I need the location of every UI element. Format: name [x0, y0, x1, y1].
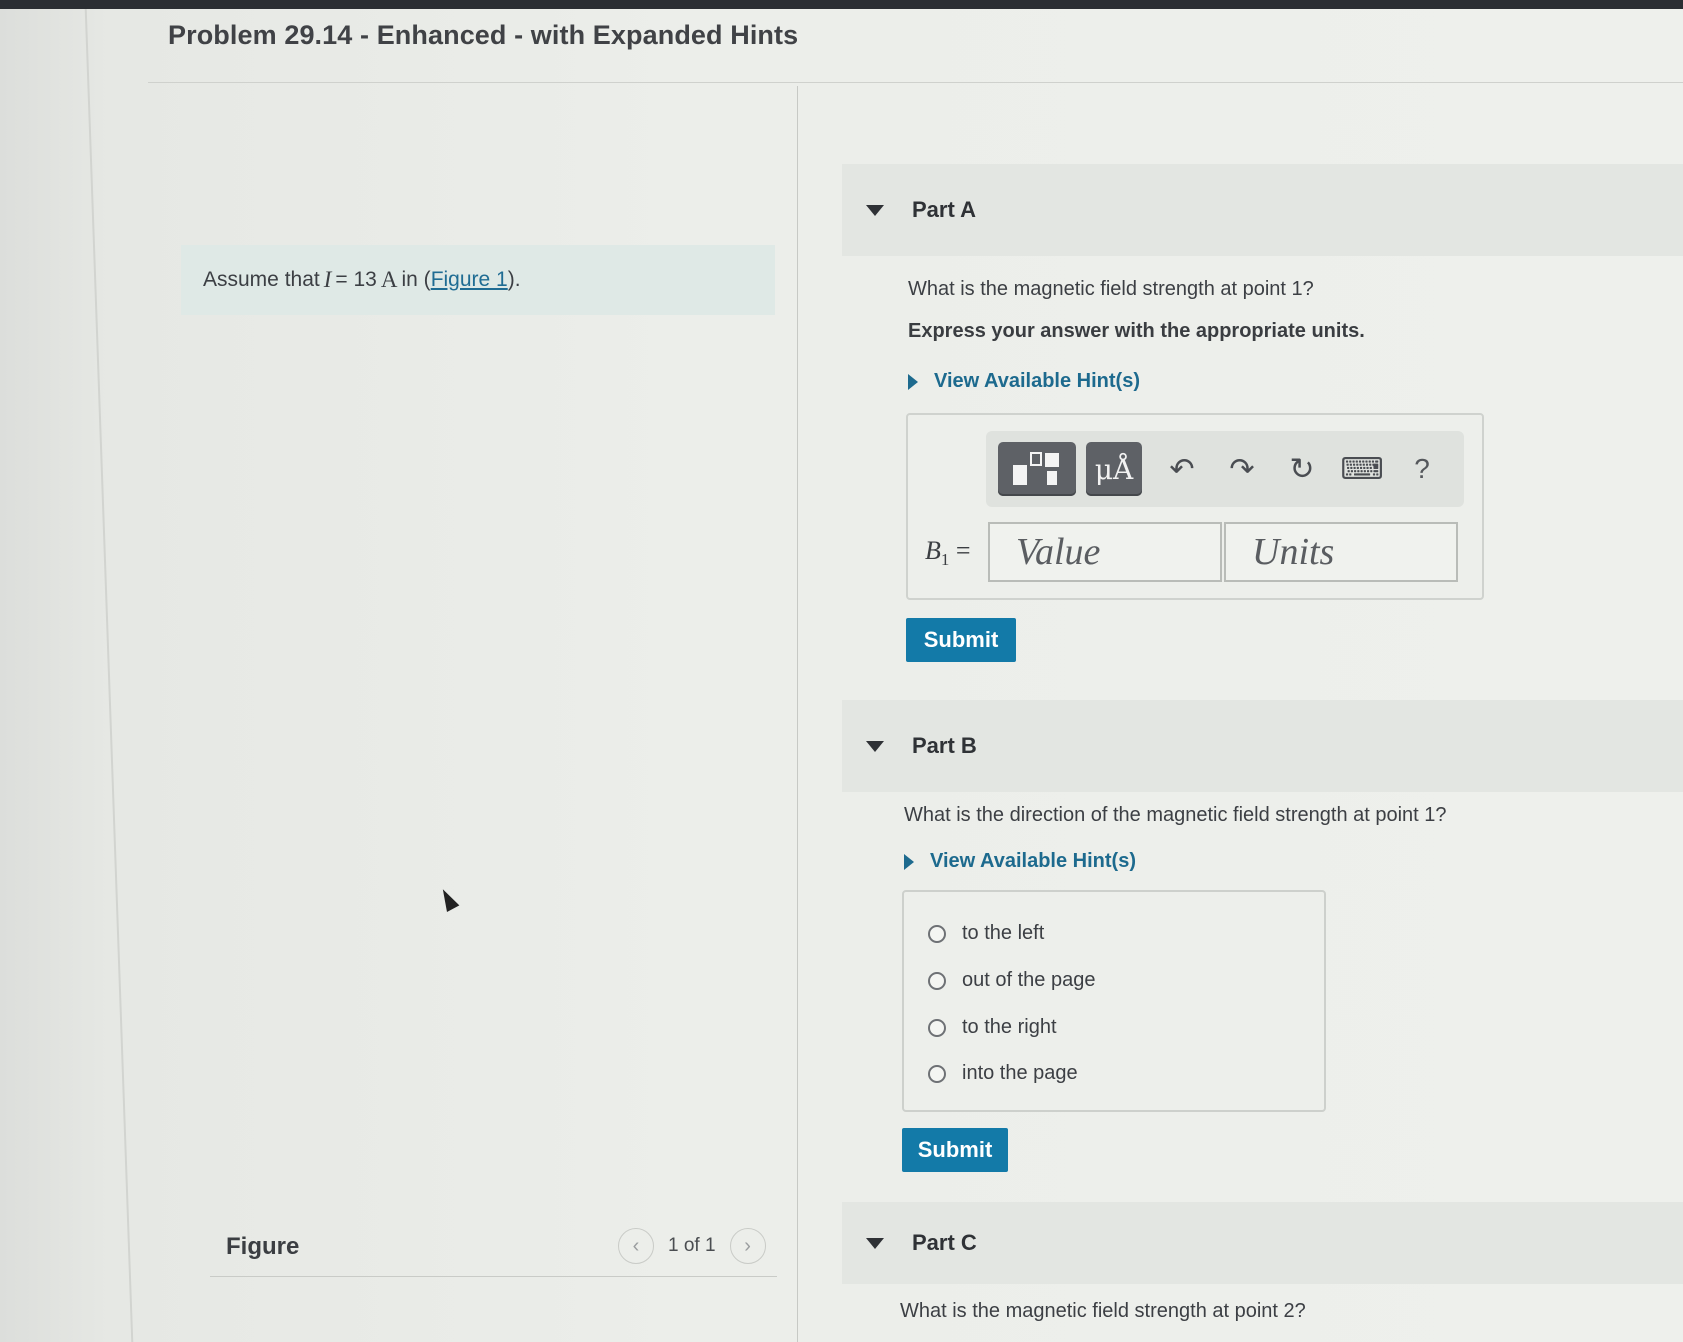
page-edge — [84, 9, 134, 1342]
part-a-submit-button[interactable]: Submit — [906, 618, 1016, 662]
choice-label: to the right — [962, 1016, 1057, 1038]
part-a-hints-label: View Available Hint(s) — [934, 370, 1140, 392]
choice-label: to the left — [962, 922, 1045, 944]
part-b-header[interactable]: Part B — [842, 700, 1683, 792]
help-button[interactable]: ? — [1392, 453, 1452, 485]
choice-into-the-page[interactable]: into the page — [928, 1062, 1078, 1085]
expand-caret-icon — [908, 373, 918, 390]
choice-label: out of the page — [962, 969, 1096, 991]
figure-page-count: 1 of 1 — [668, 1235, 716, 1256]
problem-statement: Assume that I = 13 A in (Figure 1). — [181, 245, 775, 315]
templates-button[interactable] — [998, 442, 1076, 496]
part-b-hints-toggle[interactable]: View Available Hint(s) — [904, 850, 1136, 873]
expand-caret-icon — [904, 853, 914, 870]
current-equals: = 13 — [335, 268, 377, 291]
variable-subscript: 1 — [940, 550, 950, 570]
radio-button[interactable] — [928, 971, 946, 990]
collapse-caret-icon — [866, 740, 884, 752]
keyboard-icon: ⌨ — [1340, 452, 1384, 486]
reset-button[interactable]: ↻ — [1272, 452, 1332, 487]
title-divider — [148, 82, 1683, 83]
figure-divider — [210, 1276, 777, 1277]
collapse-caret-icon — [866, 1237, 884, 1249]
chevron-left-icon: ‹ — [632, 1234, 640, 1257]
value-input[interactable]: Value — [988, 522, 1222, 582]
current-unit: A — [380, 267, 398, 292]
next-figure-button[interactable]: › — [729, 1228, 766, 1264]
part-a-instruction: Express your answer with the appropriate… — [908, 320, 1365, 342]
window-top-bar — [0, 0, 1683, 9]
collapse-caret-icon — [866, 204, 884, 216]
page-title: Problem 29.14 - Enhanced - with Expanded… — [168, 20, 799, 50]
part-a-hints-toggle[interactable]: View Available Hint(s) — [908, 370, 1140, 393]
variable-symbol: B — [925, 536, 941, 565]
units-input[interactable]: Units — [1224, 522, 1458, 582]
part-b-submit-button[interactable]: Submit — [902, 1128, 1008, 1172]
part-a-header[interactable]: Part A — [842, 164, 1683, 256]
undo-button[interactable]: ↶ — [1152, 452, 1212, 487]
keyboard-button[interactable]: ⌨ — [1332, 452, 1392, 487]
figure-link[interactable]: Figure 1 — [431, 268, 508, 292]
units-symbol: μÅ — [1094, 452, 1134, 486]
figure-pager: ‹ 1 of 1 › — [618, 1228, 766, 1264]
help-icon: ? — [1414, 453, 1430, 484]
value-placeholder: Value — [1016, 531, 1101, 573]
choice-label: into the page — [962, 1062, 1078, 1084]
figure-label: Figure — [226, 1233, 300, 1260]
variable-equals: = — [955, 536, 971, 565]
part-b-hints-label: View Available Hint(s) — [930, 850, 1136, 872]
part-b-question: What is the direction of the magnetic fi… — [904, 804, 1447, 826]
screen: Problem 29.14 - Enhanced - with Expanded… — [0, 0, 1683, 1342]
radio-button[interactable] — [928, 1018, 946, 1037]
assume-prefix: Assume that — [203, 268, 320, 291]
part-b-label: Part B — [912, 733, 977, 758]
units-button[interactable]: μÅ — [1086, 442, 1142, 496]
templates-icon — [1013, 452, 1059, 485]
math-toolbar: μÅ ↶ ↷ ↻ ⌨ ? — [986, 431, 1464, 507]
choice-out-of-the-page[interactable]: out of the page — [928, 969, 1095, 992]
part-c-question: What is the magnetic field strength at p… — [900, 1300, 1306, 1322]
units-placeholder: Units — [1252, 531, 1335, 573]
current-variable: I — [323, 267, 332, 292]
prev-figure-button[interactable]: ‹ — [618, 1228, 654, 1264]
assume-suffix: ). — [507, 268, 521, 291]
part-c-header[interactable]: Part C — [842, 1202, 1683, 1284]
radio-button[interactable] — [928, 924, 946, 943]
reset-icon: ↻ — [1289, 452, 1315, 486]
chevron-right-icon: › — [744, 1234, 751, 1257]
part-a-question: What is the magnetic field strength at p… — [908, 278, 1314, 300]
part-c-label: Part C — [912, 1230, 977, 1255]
redo-icon: ↷ — [1229, 452, 1255, 486]
mouse-cursor-icon — [436, 886, 460, 912]
choice-to-the-left[interactable]: to the left — [928, 922, 1044, 945]
radio-button[interactable] — [928, 1064, 946, 1083]
choice-to-the-right[interactable]: to the right — [928, 1016, 1057, 1039]
undo-icon: ↶ — [1169, 452, 1195, 486]
answer-variable-label: B1 = — [925, 536, 971, 570]
part-a-label: Part A — [912, 197, 976, 222]
assume-in: in ( — [401, 268, 431, 291]
redo-button[interactable]: ↷ — [1212, 452, 1272, 487]
column-divider — [797, 86, 798, 1342]
